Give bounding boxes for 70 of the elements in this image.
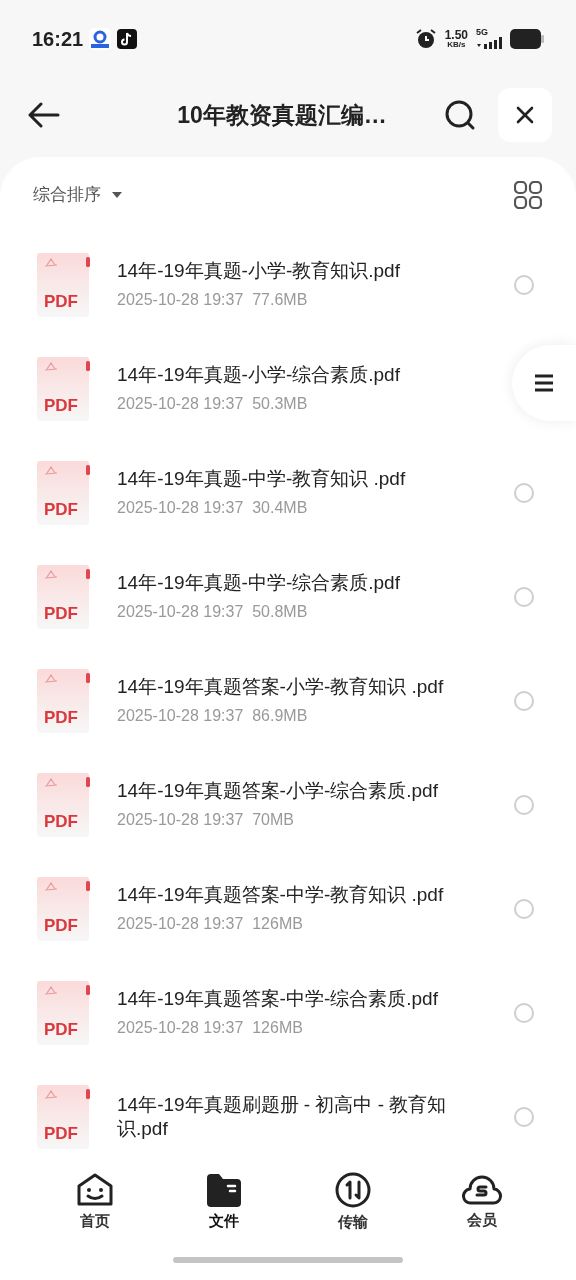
- file-row[interactable]: PDF 14年-19年真题-中学-综合素质.pdf 2025-10-28 19:37 50.8MB: [0, 545, 576, 649]
- smiley-house-icon: [75, 1172, 114, 1209]
- nav-tab[interactable]: 首页: [54, 1172, 135, 1233]
- sort-dropdown[interactable]: 综合排序: [33, 182, 123, 208]
- app-notification-icon: [89, 27, 112, 50]
- search-icon: [444, 99, 476, 131]
- close-button[interactable]: [498, 88, 552, 142]
- file-name: 14年-19年真题答案-小学-综合素质.pdf: [117, 779, 439, 803]
- battery-icon: [510, 28, 544, 49]
- network-type: 5G: [476, 28, 489, 37]
- select-radio[interactable]: [514, 587, 534, 607]
- file-row[interactable]: PDF 14年-19年真题答案-小学-教育知识 .pdf 2025-10-28 19:37 86.9MB: [0, 649, 576, 753]
- pdf-file-icon: PDF: [37, 565, 91, 629]
- select-radio[interactable]: [514, 899, 534, 919]
- file-name: 14年-19年真题答案-小学-教育知识 .pdf: [117, 675, 445, 699]
- network-speed: 1.50: [444, 28, 468, 41]
- caret-icon: [111, 191, 123, 199]
- page-title: 10年教资真题汇编…: [177, 100, 387, 130]
- file-details: 2025-10-28 19:37 30.4MB: [117, 498, 309, 518]
- file-name: 14年-19年真题答案-中学-教育知识 .pdf: [117, 883, 445, 907]
- speed-unit: KB/s: [447, 40, 466, 49]
- file-row[interactable]: PDF 14年-19年真题答案-中学-综合素质.pdf 2025-10-28 19:37 126MB: [0, 961, 576, 1065]
- music-note-app-icon: [117, 28, 138, 49]
- pdf-file-icon: PDF: [37, 461, 91, 525]
- cloud-icon: [461, 1173, 502, 1208]
- file-row[interactable]: PDF 14年-19年真题答案-小学-综合素质.pdf 2025-10-28 19:37 70MB: [0, 753, 576, 857]
- back-arrow-icon: [28, 102, 60, 128]
- file-row[interactable]: PDF 14年-19年真题-小学-教育知识.pdf 2025-10-28 19:37 77.6MB: [0, 233, 576, 337]
- file-name: 14年-19年真题答案-中学-综合素质.pdf: [117, 987, 439, 1011]
- folder-icon: [204, 1172, 243, 1209]
- file-name: 14年-19年真题-小学-教育知识.pdf: [117, 259, 401, 283]
- select-radio[interactable]: [514, 795, 534, 815]
- file-details: 2025-10-28 19:37 50.3MB: [117, 394, 309, 414]
- file-details: 2025-10-28 19:37 86.9MB: [117, 706, 309, 726]
- grid-view-button[interactable]: [514, 181, 542, 209]
- file-row[interactable]: PDF 14年-19年真题-小学-综合素质.pdf 2025-10-28 19:37 50.3MB: [0, 337, 576, 441]
- nav-tab[interactable]: 文件: [183, 1172, 264, 1233]
- file-details: 2025-10-28 19:37 126MB: [117, 914, 304, 934]
- transfer-icon: [333, 1171, 372, 1210]
- menu-icon: [534, 374, 554, 392]
- file-row[interactable]: PDF 14年-19年真题刷题册 - 初高中 - 教育知识.pdf: [0, 1065, 576, 1165]
- nav-tab[interactable]: 会员: [441, 1173, 522, 1232]
- grid-icon: [514, 181, 542, 209]
- file-row[interactable]: PDF 14年-19年真题答案-中学-教育知识 .pdf 2025-10-28 19:37 126MB: [0, 857, 576, 961]
- alarm-icon: [414, 27, 437, 50]
- pdf-file-icon: PDF: [37, 981, 91, 1045]
- file-details: 2025-10-28 19:37 126MB: [117, 1018, 304, 1038]
- status-time: 16:21: [32, 26, 84, 52]
- file-details: 2025-10-28 19:37 50.8MB: [117, 602, 309, 622]
- select-radio[interactable]: [514, 483, 534, 503]
- nav-tab[interactable]: 传输: [312, 1171, 393, 1234]
- select-radio[interactable]: [514, 275, 534, 295]
- signal-icon: [476, 37, 504, 49]
- file-details: 2025-10-28 19:37 70MB: [117, 810, 295, 830]
- file-row[interactable]: PDF 14年-19年真题-中学-教育知识 .pdf 2025-10-28 19:37 30.4MB: [0, 441, 576, 545]
- file-name: 14年-19年真题刷题册 - 初高中 - 教育知识.pdf: [117, 1093, 448, 1141]
- file-name: 14年-19年真题-中学-综合素质.pdf: [117, 571, 401, 595]
- pdf-file-icon: PDF: [37, 1085, 91, 1149]
- select-radio[interactable]: [514, 691, 534, 711]
- select-radio[interactable]: [514, 1107, 534, 1127]
- pdf-file-icon: PDF: [37, 357, 91, 421]
- close-icon: [516, 106, 534, 124]
- pdf-file-icon: PDF: [37, 669, 91, 733]
- file-name: 14年-19年真题-中学-教育知识 .pdf: [117, 467, 407, 491]
- select-radio[interactable]: [514, 1003, 534, 1023]
- file-name: 14年-19年真题-小学-综合素质.pdf: [117, 363, 401, 387]
- pdf-file-icon: PDF: [37, 877, 91, 941]
- pdf-file-icon: PDF: [37, 253, 91, 317]
- file-details: 2025-10-28 19:37 77.6MB: [117, 290, 309, 310]
- pdf-file-icon: PDF: [37, 773, 91, 837]
